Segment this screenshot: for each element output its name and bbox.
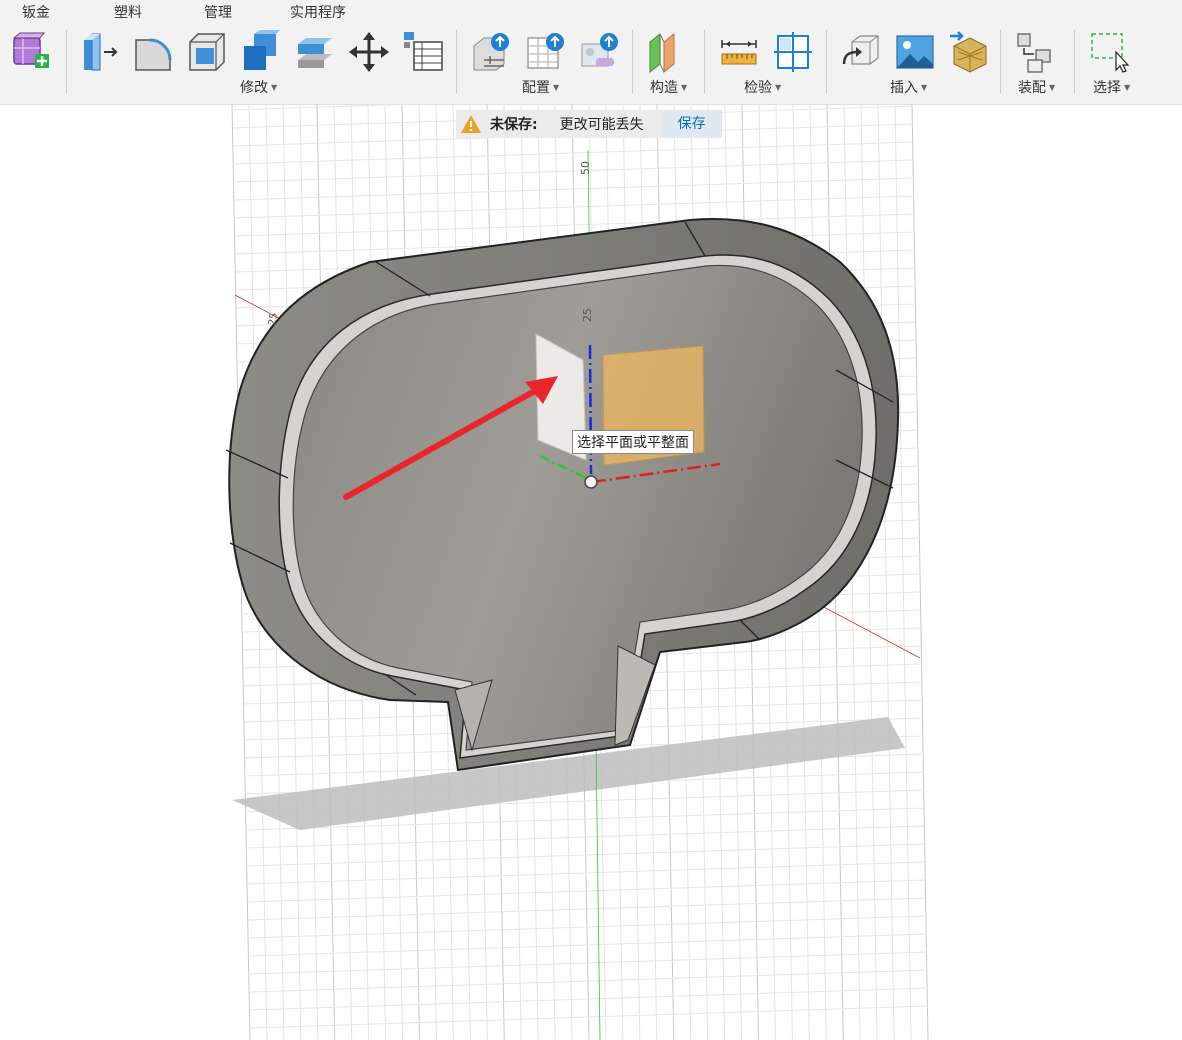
toolbar-separator: [1074, 30, 1075, 94]
move-button[interactable]: [348, 30, 390, 74]
warning-icon: [461, 115, 481, 133]
ruler-label-25: 25: [581, 308, 594, 322]
change-parameters-icon: [404, 32, 443, 71]
toolbar-separator: [66, 30, 67, 94]
combine-icon: [244, 30, 280, 70]
chevron-down-icon: ▼: [681, 83, 688, 92]
unsaved-status: 未保存:: [490, 117, 538, 133]
insert-menu[interactable]: 插入 ▼: [890, 77, 927, 97]
save-button[interactable]: 保存: [661, 110, 722, 138]
tooltip: 选择平面或平整面: [572, 430, 694, 454]
assemble-joint-icon: [1017, 33, 1051, 73]
section-analysis-icon: [774, 32, 812, 72]
measure-button[interactable]: [718, 30, 760, 74]
chevron-down-icon: ▼: [553, 83, 560, 92]
ruler-label-50: 50: [579, 161, 592, 175]
select-menu[interactable]: 选择 ▼: [1093, 77, 1130, 97]
offset-face-icon: [298, 38, 332, 68]
select-window-button[interactable]: [1088, 30, 1130, 74]
shell-button[interactable]: [186, 30, 228, 74]
chevron-down-icon: ▼: [775, 83, 782, 92]
origin-point[interactable]: [584, 475, 598, 489]
new-component-button[interactable]: [10, 30, 52, 74]
configure-parameters-button[interactable]: [470, 30, 512, 74]
unsaved-message: 更改可能丢失: [559, 117, 644, 133]
tab-sheet-metal[interactable]: 钣金: [22, 2, 50, 22]
new-component-icon: [12, 32, 49, 68]
configure-table-icon: [527, 33, 564, 69]
select-window-icon: [1091, 33, 1130, 73]
section-analysis-button[interactable]: [772, 30, 814, 74]
fillet-button[interactable]: [132, 30, 174, 74]
configure-parameters-icon: [473, 33, 509, 71]
configure-theme-icon: [581, 33, 618, 67]
toolbar-separator: [456, 30, 457, 94]
toolbar: 钣金 塑料 管理 实用程序 修改 ▼ 配置 ▼ 构造 ▼ 检验 ▼ 插入 ▼ 装…: [0, 0, 1182, 105]
fillet-icon: [135, 38, 172, 71]
measure-icon: [721, 40, 757, 65]
insert-mesh-icon: [950, 31, 987, 73]
configure-theme-button[interactable]: [578, 30, 620, 74]
assemble-joint-button[interactable]: [1014, 30, 1056, 74]
ruler-label-side: 25: [267, 312, 280, 326]
midplane-icon: [649, 32, 675, 74]
midplane-button[interactable]: [646, 30, 688, 74]
toolbar-separator: [826, 30, 827, 94]
chevron-down-icon: ▼: [921, 83, 928, 92]
toolbar-separator: [1000, 30, 1001, 94]
chevron-down-icon: ▼: [1124, 83, 1131, 92]
unsaved-notice: 未保存: 更改可能丢失 保存: [456, 110, 722, 138]
insert-derive-button[interactable]: [840, 30, 882, 74]
tab-plastic[interactable]: 塑料: [114, 2, 142, 22]
configure-menu[interactable]: 配置 ▼: [522, 77, 559, 97]
canvas-viewport[interactable]: 50 25 25: [0, 104, 1182, 1040]
tab-utilities[interactable]: 实用程序: [290, 2, 346, 22]
offset-face-button[interactable]: [294, 30, 336, 74]
configure-table-button[interactable]: [524, 30, 566, 74]
insert-canvas-button[interactable]: [894, 30, 936, 74]
press-pull-icon: [84, 33, 118, 71]
toolbar-separator: [704, 30, 705, 94]
inspect-menu[interactable]: 检验 ▼: [744, 77, 781, 97]
insert-canvas-icon: [896, 35, 934, 69]
combine-button[interactable]: [240, 30, 282, 74]
chevron-down-icon: ▼: [271, 83, 278, 92]
insert-derive-icon: [842, 35, 879, 65]
modify-menu[interactable]: 修改 ▼: [240, 77, 277, 97]
assemble-menu[interactable]: 装配 ▼: [1018, 77, 1055, 97]
construct-menu[interactable]: 构造 ▼: [650, 77, 687, 97]
toolbar-separator: [632, 30, 633, 94]
move-icon: [349, 32, 389, 72]
chevron-down-icon: ▼: [1049, 83, 1056, 92]
press-pull-button[interactable]: [78, 30, 120, 74]
insert-mesh-button[interactable]: [948, 30, 990, 74]
shell-icon: [189, 33, 225, 71]
change-parameters-button[interactable]: [402, 30, 444, 74]
tab-manage[interactable]: 管理: [204, 2, 232, 22]
